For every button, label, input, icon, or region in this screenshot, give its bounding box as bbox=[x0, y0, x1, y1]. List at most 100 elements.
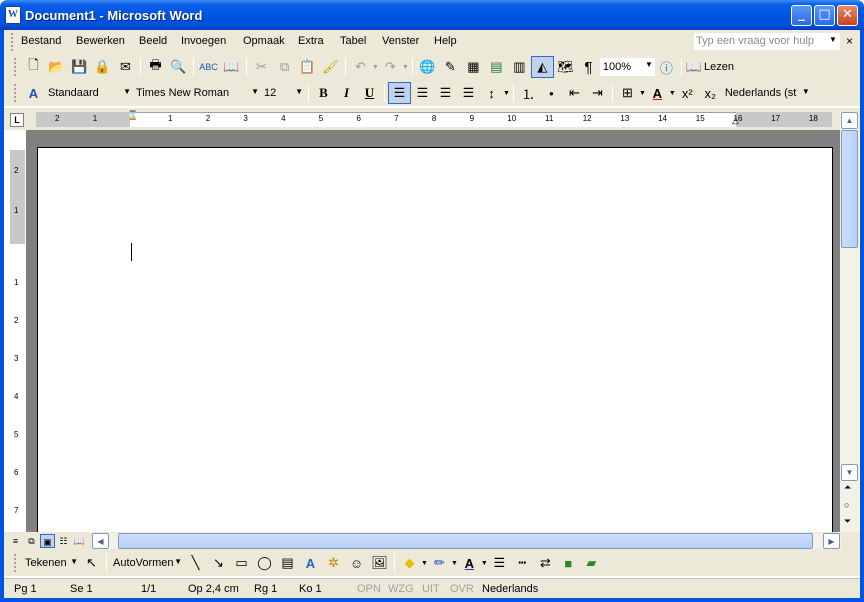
previous-page-icon[interactable]: ⏶ bbox=[844, 482, 851, 493]
show-formatting-icon[interactable]: ¶ bbox=[577, 56, 600, 78]
font-size-select[interactable]: 12 ▼ bbox=[261, 84, 305, 102]
underline-button[interactable]: U bbox=[358, 82, 381, 104]
justify-icon[interactable]: ☰ bbox=[457, 82, 480, 104]
fill-color-icon[interactable]: ◆ bbox=[398, 552, 421, 574]
insert-excel-icon[interactable]: ▤ bbox=[485, 56, 508, 78]
drawing-icon[interactable]: ◭ bbox=[530, 56, 554, 78]
status-overtype[interactable]: OVR bbox=[450, 583, 474, 595]
numbering-icon[interactable]: ⒈ bbox=[517, 82, 540, 104]
menu-bewerken[interactable]: Bewerken bbox=[76, 35, 125, 47]
menu-invoegen[interactable]: Invoegen bbox=[181, 35, 226, 47]
3d-style-icon[interactable]: ▰ bbox=[580, 552, 603, 574]
align-left-icon[interactable]: ☰ bbox=[388, 82, 411, 104]
bold-button[interactable]: B bbox=[312, 82, 335, 104]
align-right-icon[interactable]: ☰ bbox=[434, 82, 457, 104]
shadow-style-icon[interactable]: ■ bbox=[557, 552, 580, 574]
permission-icon[interactable]: 🔒 bbox=[91, 56, 114, 78]
arrow-style-icon[interactable]: ⇄ bbox=[534, 552, 557, 574]
menu-beeld[interactable]: Beeld bbox=[139, 35, 167, 47]
wordart-icon[interactable]: A bbox=[299, 552, 322, 574]
right-indent-icon[interactable]: △ bbox=[732, 115, 739, 126]
toolbar-grip[interactable] bbox=[14, 554, 18, 572]
next-page-icon[interactable]: ⏷ bbox=[844, 516, 851, 527]
insert-picture-icon[interactable]: 🖼 bbox=[368, 552, 391, 574]
menu-extra[interactable]: Extra bbox=[298, 35, 324, 47]
browse-object-icon[interactable]: ○ bbox=[844, 500, 849, 510]
first-line-indent-icon[interactable]: ⌛ bbox=[127, 110, 138, 121]
scroll-left-icon[interactable]: ◀ bbox=[92, 533, 109, 549]
minimize-button[interactable]: _ bbox=[791, 5, 812, 26]
help-question-input[interactable]: Typ een vraag voor hulp bbox=[694, 33, 840, 50]
undo-icon[interactable]: ↶ bbox=[349, 56, 372, 78]
normal-view-icon[interactable]: ≡ bbox=[8, 534, 23, 548]
draw-font-color-icon[interactable]: A bbox=[458, 552, 481, 574]
redo-dropdown-icon[interactable]: ▼ bbox=[402, 64, 409, 71]
outline-view-icon[interactable]: ☷ bbox=[56, 534, 71, 548]
redo-icon[interactable]: ↷ bbox=[379, 56, 402, 78]
research-icon[interactable]: 📖 bbox=[220, 56, 243, 78]
menu-grip[interactable] bbox=[11, 33, 15, 51]
vertical-scrollbar[interactable]: ▲ ▼ ⏶ ○ ⏷ bbox=[840, 112, 859, 532]
status-language[interactable]: Nederlands bbox=[482, 583, 538, 595]
line-color-icon[interactable]: ✏ bbox=[428, 552, 451, 574]
cut-icon[interactable]: ✂ bbox=[250, 56, 273, 78]
web-layout-icon[interactable]: ⧉ bbox=[24, 534, 39, 548]
fill-color-dropdown-icon[interactable]: ▼ bbox=[421, 560, 428, 567]
style-select[interactable]: Standaard ▼ bbox=[45, 84, 133, 102]
align-center-icon[interactable]: ☰ bbox=[411, 82, 434, 104]
menu-help[interactable]: Help bbox=[434, 35, 457, 47]
word-app-icon[interactable]: W bbox=[5, 6, 21, 24]
menu-bestand[interactable]: Bestand bbox=[21, 35, 61, 47]
toolbar-grip[interactable] bbox=[14, 58, 18, 76]
clip-art-icon[interactable]: ☺ bbox=[345, 552, 368, 574]
open-folder-icon[interactable]: 📂 bbox=[45, 56, 68, 78]
close-button[interactable]: ✕ bbox=[837, 5, 858, 26]
tables-borders-icon[interactable]: ✎ bbox=[439, 56, 462, 78]
columns-icon[interactable]: ▥ bbox=[508, 56, 531, 78]
language-select[interactable]: Nederlands (st ▼ bbox=[722, 84, 812, 102]
paste-icon[interactable]: 📋 bbox=[296, 56, 319, 78]
styles-formatting-icon[interactable]: A bbox=[22, 82, 45, 104]
help-icon[interactable]: ⓘ bbox=[655, 56, 678, 78]
horizontal-scrollbar[interactable]: ◀ ▶ bbox=[92, 533, 841, 549]
copy-icon[interactable]: ⧉ bbox=[273, 56, 296, 78]
document-page[interactable] bbox=[37, 147, 833, 532]
line-spacing-dropdown-icon[interactable]: ▼ bbox=[503, 90, 510, 97]
autoshapes-menu-button[interactable]: AutoVormen ▼ bbox=[110, 554, 184, 572]
help-dropdown-icon[interactable]: ▼ bbox=[829, 35, 837, 44]
increase-indent-icon[interactable]: ⇥ bbox=[586, 82, 609, 104]
italic-button[interactable]: I bbox=[335, 82, 358, 104]
scroll-up-icon[interactable]: ▲ bbox=[841, 112, 858, 129]
format-painter-icon[interactable]: 🖌 bbox=[319, 56, 342, 78]
status-extend[interactable]: UIT bbox=[422, 583, 440, 595]
line-style-icon[interactable]: ☰ bbox=[488, 552, 511, 574]
subscript-button[interactable]: x₂ bbox=[699, 82, 722, 104]
status-track-changes[interactable]: WZG bbox=[388, 583, 414, 595]
decrease-indent-icon[interactable]: ⇤ bbox=[563, 82, 586, 104]
document-map-icon[interactable]: 🗺 bbox=[554, 56, 577, 78]
menu-opmaak[interactable]: Opmaak bbox=[243, 35, 285, 47]
spelling-icon[interactable]: ABC bbox=[197, 56, 220, 78]
menu-tabel[interactable]: Tabel bbox=[340, 35, 366, 47]
arrow-icon[interactable]: ↘ bbox=[207, 552, 230, 574]
draw-font-color-dropdown-icon[interactable]: ▼ bbox=[481, 560, 488, 567]
vertical-scroll-thumb[interactable] bbox=[841, 130, 858, 248]
hyperlink-icon[interactable]: 🌐 bbox=[416, 56, 439, 78]
scroll-down-icon[interactable]: ▼ bbox=[841, 464, 858, 481]
horizontal-scroll-thumb[interactable] bbox=[118, 533, 813, 549]
borders-dropdown-icon[interactable]: ▼ bbox=[639, 90, 646, 97]
bullets-icon[interactable]: • bbox=[540, 82, 563, 104]
print-icon[interactable]: 🖶 bbox=[144, 56, 167, 78]
menu-venster[interactable]: Venster bbox=[382, 35, 419, 47]
line-icon[interactable]: ╲ bbox=[184, 552, 207, 574]
scroll-right-icon[interactable]: ▶ bbox=[823, 533, 840, 549]
undo-dropdown-icon[interactable]: ▼ bbox=[372, 64, 379, 71]
save-icon[interactable]: 💾 bbox=[68, 56, 91, 78]
diagram-icon[interactable]: ✲ bbox=[322, 552, 345, 574]
status-record-macro[interactable]: OPN bbox=[357, 583, 381, 595]
print-layout-icon[interactable]: ▣ bbox=[40, 534, 55, 548]
borders-icon[interactable]: ⊞ bbox=[616, 82, 639, 104]
toolbar-grip[interactable] bbox=[14, 84, 18, 102]
font-color-dropdown-icon[interactable]: ▼ bbox=[669, 90, 676, 97]
oval-icon[interactable]: ◯ bbox=[253, 552, 276, 574]
